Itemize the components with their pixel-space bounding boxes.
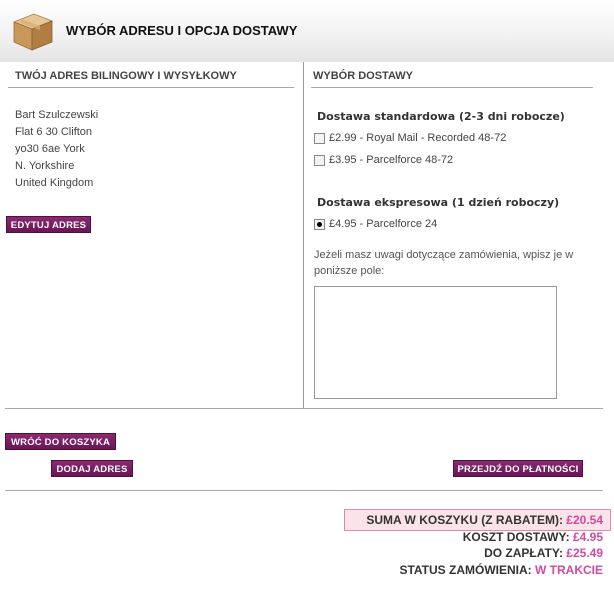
address-line: Bart Szulczewski	[15, 109, 99, 121]
express-delivery-title: Dostawa ekspresowa (1 dzień roboczy)	[317, 196, 560, 209]
order-note-label: Jeżeli masz uwagi dotyczące zamówienia, …	[314, 249, 574, 277]
shipping-cost-row: KOSZT DOSTAWY: £4.95	[463, 530, 603, 544]
option-label: £4.95 - Parcelforce 24	[329, 218, 438, 230]
shipping-cost-label: KOSZT DOSTAWY:	[462, 530, 570, 544]
page-title: WYBÓR ADRESU I OPCJA DOSTAWY	[66, 23, 298, 38]
amount-due-row: DO ZAPŁATY: £25.49	[484, 546, 603, 560]
delivery-heading: WYBÓR DOSTAWY	[313, 70, 414, 82]
address-line: yo30 6ae York	[15, 143, 85, 155]
billing-address: Bart Szulczewski Flat 6 30 Clifton yo30 …	[15, 107, 98, 192]
totals-divider	[5, 490, 603, 491]
address-line: Flat 6 30 Clifton	[15, 126, 93, 138]
order-status-row: STATUS ZAMÓWIENIA: W TRAKCIE	[399, 563, 603, 577]
amount-due-value: £25.49	[566, 546, 603, 560]
back-to-cart-button[interactable]: WRÓĆ DO KOSZYKA	[5, 433, 116, 450]
delivery-divider	[311, 87, 593, 88]
delivery-option-royal-mail[interactable]: £2.99 - Royal Mail - Recorded 48-72	[314, 132, 506, 144]
standard-delivery-title: Dostawa standardowa (2-3 dni robocze)	[317, 110, 565, 123]
order-status-label: STATUS ZAMÓWIENIA:	[399, 563, 532, 577]
edit-address-button[interactable]: EDYTUJ ADRES	[6, 216, 91, 233]
address-line: N. Yorkshire	[15, 160, 75, 172]
column-divider	[303, 62, 304, 408]
page-header: WYBÓR ADRESU I OPCJA DOSTAWY	[0, 0, 614, 62]
radio-parcelforce-48[interactable]	[314, 154, 325, 166]
cardboard-box-icon	[12, 13, 54, 51]
delivery-option-parcelforce-48[interactable]: £3.95 - Parcelforce 48-72	[314, 154, 453, 166]
cart-sum-label: SUMA W KOSZYKU (Z RABATEM):	[366, 513, 563, 527]
address-line: United Kingdom	[15, 177, 94, 189]
option-label: £3.95 - Parcelforce 48-72	[329, 154, 454, 166]
billing-divider	[8, 87, 294, 88]
radio-parcelforce-24[interactable]	[314, 218, 325, 230]
delivery-option-parcelforce-24[interactable]: £4.95 - Parcelforce 24	[314, 218, 437, 230]
proceed-to-payment-button[interactable]: PRZEJDŹ DO PŁATNOŚCI	[453, 460, 583, 477]
section-divider	[5, 408, 603, 409]
cart-sum-row: SUMA W KOSZYKU (Z RABATEM): £20.54	[366, 513, 603, 527]
radio-royal-mail[interactable]	[314, 132, 325, 144]
billing-heading: TWÓJ ADRES BILINGOWY I WYSYŁKOWY	[15, 70, 237, 82]
order-status-value: W TRAKCIE	[535, 563, 603, 577]
add-address-button[interactable]: DODAJ ADRES	[51, 460, 133, 477]
shipping-cost-value: £4.95	[572, 530, 603, 544]
option-label: £2.99 - Royal Mail - Recorded 48-72	[329, 132, 507, 144]
order-notes-textarea[interactable]	[314, 286, 557, 399]
cart-sum-value: £20.54	[566, 513, 603, 527]
amount-due-label: DO ZAPŁATY:	[484, 546, 563, 560]
